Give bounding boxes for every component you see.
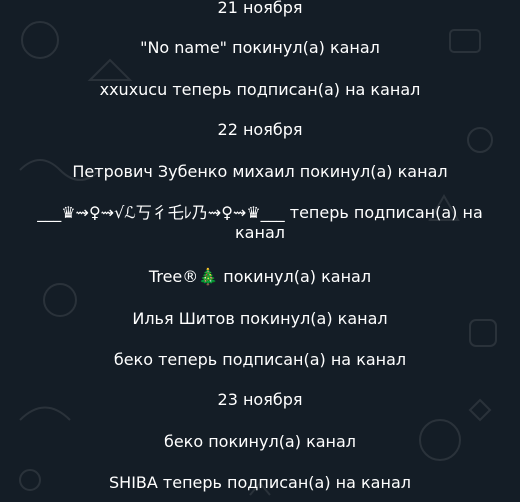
- service-message: "No name" покинул(а) канал: [140, 38, 380, 57]
- service-message: ___♛⇝♀⇝√ℒ丂彳乇ﾚ乃⇝♀⇝♛___ теперь подписан(а)…: [37, 203, 483, 242]
- service-message: беко покинул(а) канал: [163, 432, 357, 451]
- channel-event-feed: 21 ноября "No name" покинул(а) канал xxu…: [0, 0, 520, 502]
- date-separator: 21 ноября: [217, 0, 303, 17]
- service-message: Tree®🎄 покинул(а) канал: [148, 267, 372, 286]
- service-message: SHIBA теперь подписан(а) на канал: [109, 473, 411, 492]
- service-message: Петрович Зубенко михаил покинул(а) канал: [72, 162, 448, 181]
- service-message: Илья Шитов покинул(а) канал: [132, 309, 388, 328]
- date-separator: 22 ноября: [217, 120, 303, 139]
- service-message: xxuxucu теперь подписан(а) на канал: [99, 80, 421, 99]
- service-message: беко теперь подписан(а) на канал: [113, 350, 407, 369]
- date-separator: 23 ноября: [217, 390, 303, 409]
